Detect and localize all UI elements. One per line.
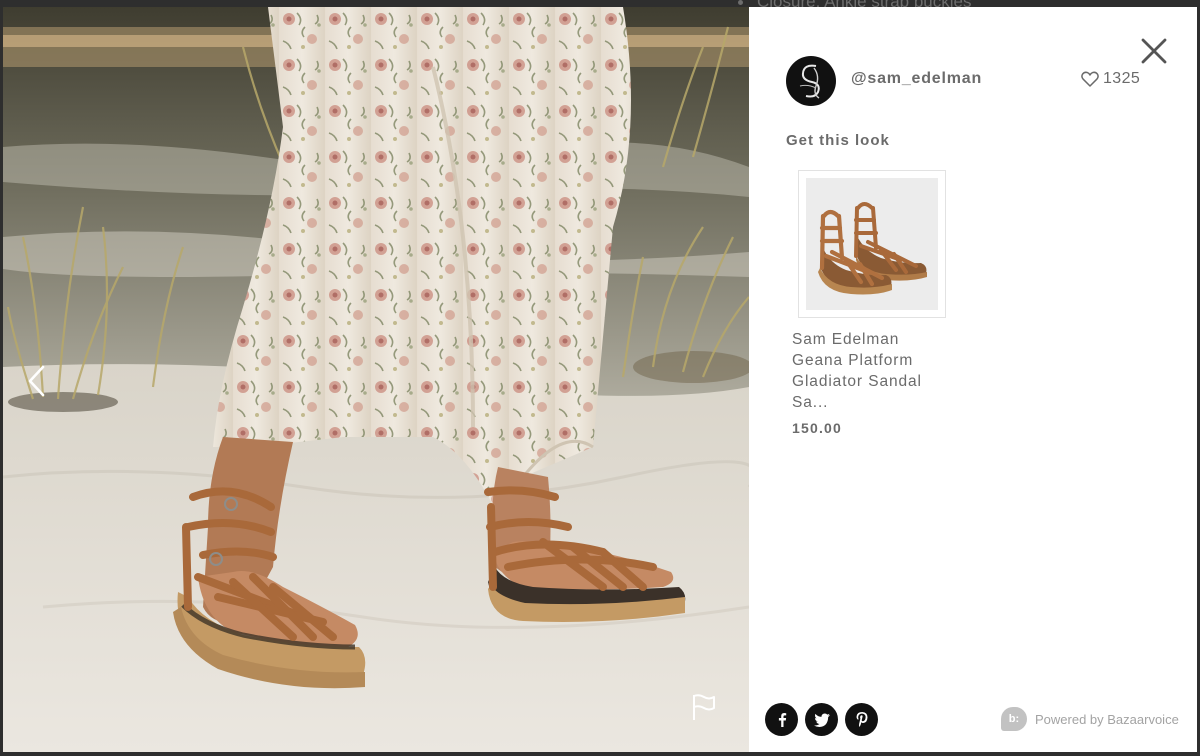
flag-icon xyxy=(693,694,715,720)
lightbox-modal: @sam_edelman 1325 Get this look Sam Edel… xyxy=(3,7,1197,752)
bullet-icon xyxy=(738,0,743,6)
twitter-icon xyxy=(813,713,830,727)
like-count[interactable]: 1325 xyxy=(1081,70,1140,88)
powered-by-bazaarvoice-link[interactable]: b: Powered by Bazaarvoice xyxy=(1001,707,1179,731)
product-image xyxy=(806,178,938,310)
page: Closure: Ankle strap buckles @sam_edelma… xyxy=(0,0,1200,756)
product-thumbnail[interactable] xyxy=(798,170,946,318)
avatar[interactable] xyxy=(786,56,836,106)
username-link[interactable]: @sam_edelman xyxy=(851,70,982,88)
previous-photo-button[interactable] xyxy=(23,364,51,398)
get-this-look-heading: Get this look xyxy=(786,132,890,149)
close-icon xyxy=(1141,38,1167,64)
sandal-product-icon xyxy=(806,178,938,310)
chevron-left-icon xyxy=(28,365,45,397)
bazaarvoice-logo-icon: b: xyxy=(1001,707,1027,731)
details-panel: @sam_edelman 1325 Get this look Sam Edel… xyxy=(749,7,1197,752)
facebook-icon xyxy=(778,712,786,727)
powered-by-text: Powered by Bazaarvoice xyxy=(1035,711,1179,727)
close-button[interactable] xyxy=(1140,37,1168,65)
share-buttons xyxy=(765,703,878,736)
report-flag-button[interactable] xyxy=(691,693,717,721)
facebook-share-button[interactable] xyxy=(765,703,798,736)
photo-illustration xyxy=(3,7,749,752)
product-price: 150.00 xyxy=(792,420,843,436)
pinterest-share-button[interactable] xyxy=(845,703,878,736)
twitter-share-button[interactable] xyxy=(805,703,838,736)
pinterest-icon xyxy=(856,712,867,727)
heart-icon xyxy=(1081,71,1099,87)
sam-edelman-logo-icon xyxy=(799,64,820,99)
social-photo xyxy=(3,7,749,752)
product-name-link[interactable]: Sam Edelman Geana Platform Gladiator San… xyxy=(792,329,952,413)
like-count-value: 1325 xyxy=(1103,70,1141,87)
